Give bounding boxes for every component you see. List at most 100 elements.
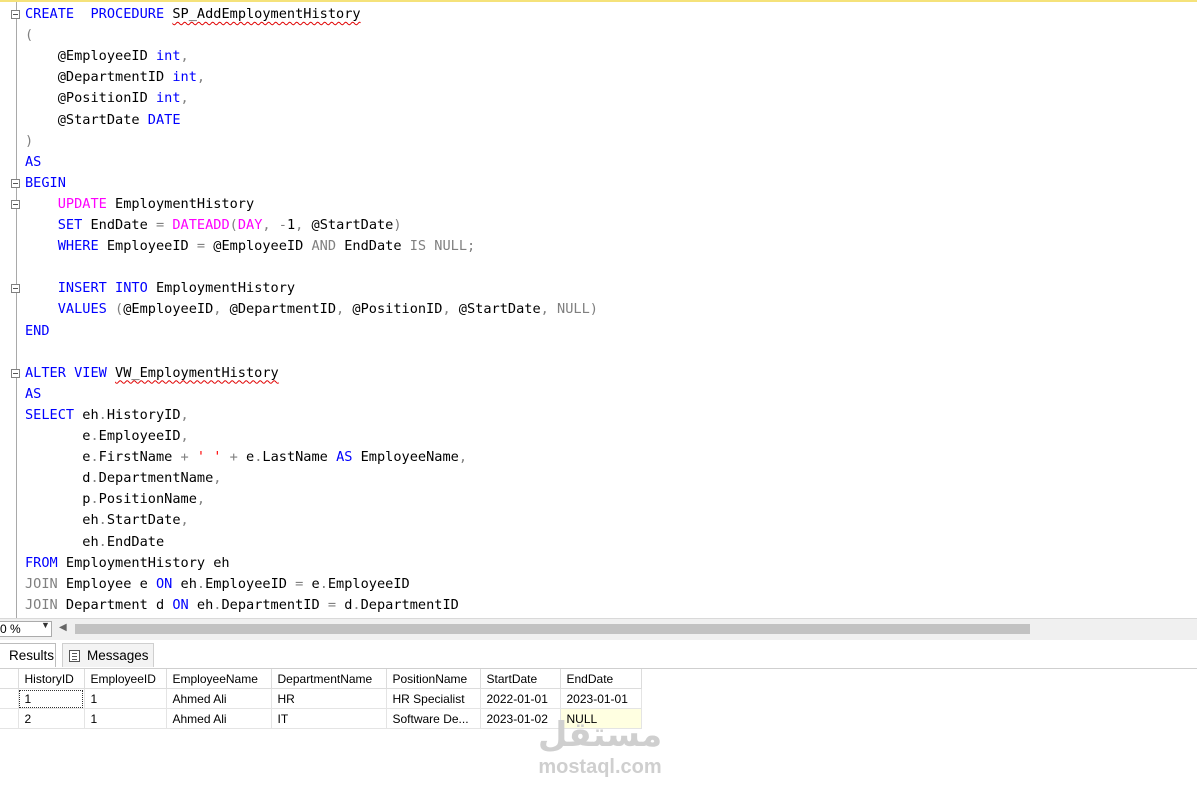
tab-messages[interactable]: Messages xyxy=(62,643,154,667)
table-cell[interactable]: HR xyxy=(271,688,387,709)
table-cell[interactable]: 2022-01-01 xyxy=(480,688,561,709)
column-header[interactable]: PositionName xyxy=(386,669,481,689)
code-token: AND xyxy=(311,238,337,255)
code-line[interactable]: VALUES (@EmployeeID, @DepartmentID, @Pos… xyxy=(25,299,598,320)
code-line[interactable]: e.FirstName + ' ' + e.LastName AS Employ… xyxy=(25,447,467,468)
code-line[interactable]: WHERE EmployeeID = @EmployeeID AND EndDa… xyxy=(25,236,475,257)
watermark-latin: mostaql.com xyxy=(538,756,662,778)
code-token: , xyxy=(262,217,271,233)
row-header[interactable] xyxy=(0,688,19,709)
code-token: INSERT xyxy=(57,280,107,297)
column-header[interactable]: EndDate xyxy=(560,669,642,689)
code-token: , xyxy=(336,301,345,318)
code-token: eh xyxy=(25,533,99,550)
horizontal-scrollbar-thumb[interactable] xyxy=(75,624,1030,634)
table-cell[interactable]: 2 xyxy=(18,708,85,729)
code-token: ON xyxy=(172,596,189,613)
code-token: SELECT xyxy=(25,406,75,423)
code-line[interactable]: eh.EndDate xyxy=(25,532,164,553)
column-header[interactable]: StartDate xyxy=(480,669,561,689)
code-token: ( xyxy=(25,27,34,44)
code-token: DATE xyxy=(147,111,181,128)
code-token: EndDate xyxy=(82,217,156,233)
table-cell[interactable]: IT xyxy=(271,708,387,729)
code-token: + xyxy=(229,449,238,466)
code-token: SET xyxy=(57,217,83,233)
chevron-down-icon[interactable]: ▼ xyxy=(41,620,50,630)
code-token: ; xyxy=(467,238,476,255)
table-cell[interactable]: 1 xyxy=(84,688,167,709)
code-line[interactable]: p.PositionName, xyxy=(25,489,205,510)
code-line[interactable]: AS xyxy=(25,152,41,173)
collapse-toggle-icon[interactable] xyxy=(11,10,20,19)
code-token: CREATE xyxy=(25,6,75,22)
collapse-toggle-icon[interactable] xyxy=(11,178,20,188)
code-line[interactable]: UPDATE EmploymentHistory xyxy=(25,194,254,215)
code-token: 1 xyxy=(286,217,296,233)
code-token: JOIN xyxy=(25,596,58,613)
scroll-left-icon[interactable]: ◀ xyxy=(59,622,67,633)
table-cell[interactable]: 2023-01-01 xyxy=(560,688,642,709)
row-header-corner[interactable] xyxy=(0,669,19,689)
collapse-toggle-icon[interactable] xyxy=(11,284,20,294)
code-line[interactable]: @PositionID int, xyxy=(25,88,189,109)
code-line[interactable]: INSERT INTO EmploymentHistory xyxy=(25,278,295,299)
row-header[interactable] xyxy=(0,708,19,729)
code-token: EndDate xyxy=(336,238,410,255)
code-token: int xyxy=(155,48,181,65)
code-line[interactable]: BEGIN xyxy=(25,173,66,194)
code-token: AS xyxy=(25,385,42,402)
code-token: e xyxy=(25,449,91,466)
column-header[interactable]: DepartmentName xyxy=(271,669,387,689)
code-line[interactable]: ( xyxy=(25,25,33,46)
code-line[interactable]: CREATE PROCEDURE SP_AddEmploymentHistory xyxy=(25,4,361,25)
table-cell[interactable]: HR Specialist xyxy=(386,688,481,709)
table-cell[interactable]: 1 xyxy=(84,708,167,729)
code-token: BEGIN xyxy=(25,174,66,191)
code-line[interactable]: @EmployeeID int, xyxy=(25,46,189,67)
code-line[interactable]: e.EmployeeID, xyxy=(25,426,188,447)
code-line[interactable]: ALTER VIEW VW_EmploymentHistory xyxy=(25,363,279,384)
table-cell[interactable]: Ahmed Ali xyxy=(166,708,272,729)
tab-results[interactable]: Results xyxy=(0,643,56,667)
code-line[interactable]: eh.StartDate, xyxy=(25,510,188,531)
code-line[interactable]: d.DepartmentName, xyxy=(25,468,221,489)
code-token: END xyxy=(25,322,50,339)
table-cell[interactable]: 1 xyxy=(18,688,85,709)
code-line[interactable]: END xyxy=(25,321,50,342)
table-cell[interactable]: Software De... xyxy=(386,708,481,729)
code-token: e xyxy=(25,428,91,444)
messages-icon xyxy=(69,650,80,662)
table-cell[interactable]: Ahmed Ali xyxy=(166,688,272,709)
code-line[interactable]: AS xyxy=(25,384,41,405)
code-line[interactable]: @StartDate DATE xyxy=(25,110,181,131)
query-editor[interactable]: CREATE PROCEDURE SP_AddEmploymentHistory… xyxy=(0,0,1197,620)
code-token: INTO xyxy=(115,280,148,297)
code-line[interactable]: JOIN Department d ON eh.DepartmentID = d… xyxy=(25,595,459,616)
code-token: ( xyxy=(229,217,238,233)
code-line[interactable]: @DepartmentID int, xyxy=(25,67,205,88)
code-token: VALUES xyxy=(57,301,107,318)
code-line[interactable]: SELECT eh.HistoryID, xyxy=(25,405,189,426)
column-header[interactable]: EmployeeID xyxy=(84,669,167,689)
code-token: NULL) xyxy=(557,301,598,318)
code-line[interactable]: ) xyxy=(25,131,33,152)
code-line[interactable]: FROM EmploymentHistory eh xyxy=(25,553,230,574)
code-token: EmploymentHistory xyxy=(106,195,255,212)
code-line[interactable]: JOIN Employee e ON eh.EmployeeID = e.Emp… xyxy=(25,574,410,595)
collapse-toggle-icon[interactable] xyxy=(11,199,20,209)
code-token: ) xyxy=(25,132,34,149)
code-token: DAY xyxy=(237,217,263,233)
code-token: = xyxy=(155,217,165,233)
column-header[interactable]: EmployeeName xyxy=(166,669,272,689)
code-line[interactable]: SET EndDate = DATEADD(DAY, -1, @StartDat… xyxy=(25,215,402,236)
collapse-toggle-icon[interactable] xyxy=(11,368,20,378)
column-header[interactable]: HistoryID xyxy=(18,669,85,689)
table-row[interactable]: 1 1 Ahmed Ali HR HR Specialist 2022-01-01 2023… xyxy=(0,688,642,709)
code-token: int xyxy=(155,90,181,107)
watermark: مستقل mostaql.com xyxy=(520,715,680,785)
